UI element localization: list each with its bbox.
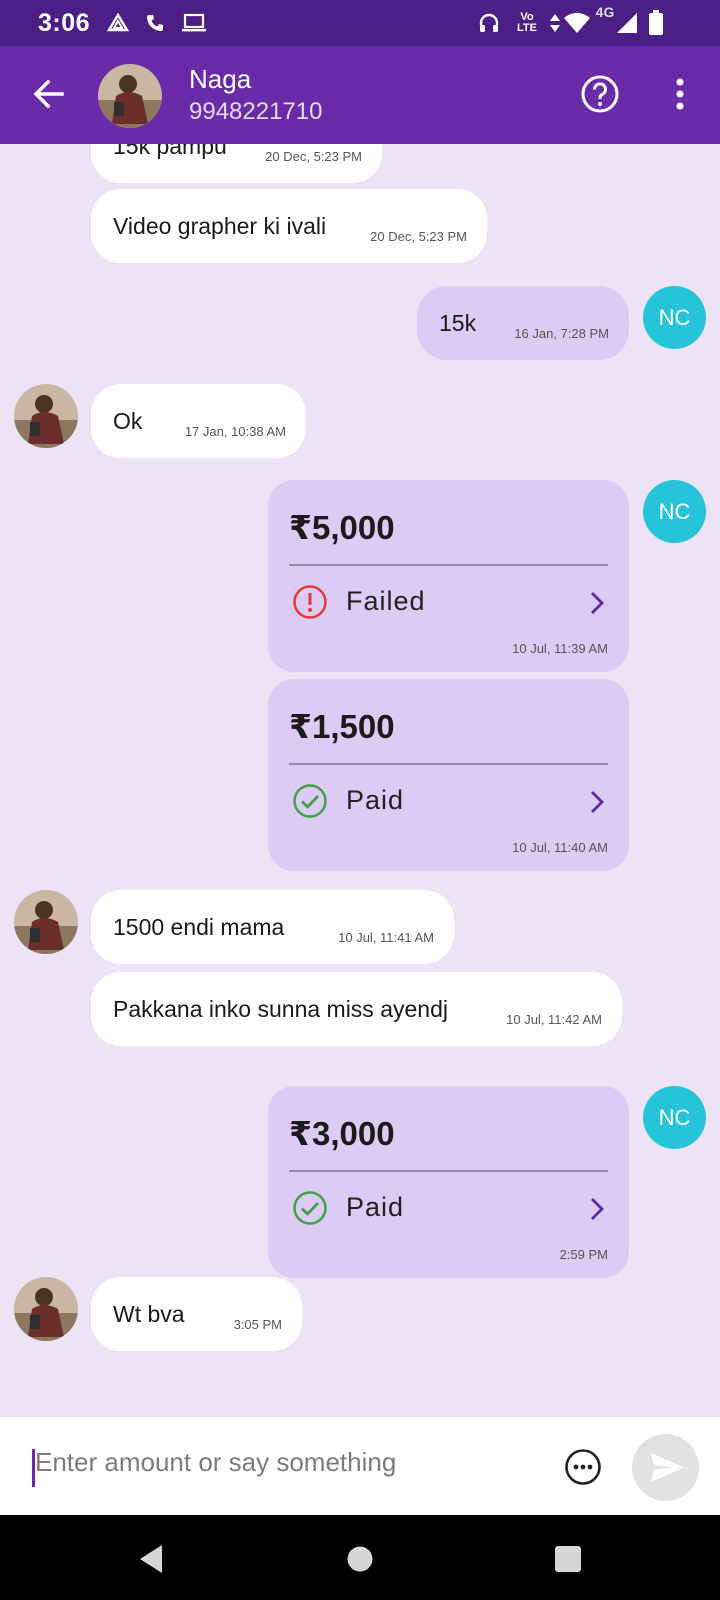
send-icon[interactable] <box>632 1434 699 1501</box>
composer-bar: Enter amount or say something <box>0 1416 720 1515</box>
payment-card[interactable]: ₹5,000 Failed 10 Jul, 11:39 AM <box>268 480 629 672</box>
phone-icon <box>144 8 166 38</box>
payment-status: Paid <box>346 1192 405 1222</box>
drive-icon <box>106 8 130 38</box>
message-time: 20 Dec, 5:23 PM <box>265 149 362 164</box>
chevron-right-icon[interactable] <box>587 789 607 815</box>
status-time: 3:06 <box>38 9 91 37</box>
payment-amount: ₹3,000 <box>289 1115 395 1152</box>
sender-avatar: NC <box>643 286 706 349</box>
payment-amount: ₹1,500 <box>289 708 395 745</box>
back-arrow-icon[interactable] <box>28 72 70 116</box>
contact-name: Naga <box>189 64 252 94</box>
nav-home-icon[interactable] <box>342 1541 378 1577</box>
contact-phone: 9948221710 <box>189 98 323 125</box>
volte-icon: Vo LTE <box>512 8 542 38</box>
message-time: 20 Dec, 5:23 PM <box>370 229 467 244</box>
options-icon[interactable] <box>564 1448 602 1486</box>
laptop-icon <box>180 8 208 38</box>
contact-avatar[interactable] <box>98 64 162 128</box>
failed-icon <box>292 584 328 620</box>
message-bubble-received[interactable]: Video grapher ki ivali 20 Dec, 5:23 PM <box>91 189 487 263</box>
message-bubble-received[interactable]: Ok 17 Jan, 10:38 AM <box>91 384 306 458</box>
payment-card[interactable]: ₹3,000 Paid 2:59 PM <box>268 1086 629 1278</box>
payment-status: Paid <box>346 785 405 815</box>
message-time: 3:05 PM <box>233 1317 282 1332</box>
payment-amount: ₹5,000 <box>289 509 395 546</box>
payment-status: Failed <box>346 586 426 616</box>
message-bubble-received[interactable]: 15k pampu 20 Dec, 5:23 PM <box>91 144 382 183</box>
network-type-label: 4G <box>595 4 615 20</box>
payment-time: 10 Jul, 11:39 AM <box>512 641 608 656</box>
message-text: Pakkana inko sunna miss ayendj <box>113 996 448 1022</box>
app-bar: Naga 9948221710 <box>0 46 720 144</box>
data-arrows-icon <box>548 8 562 38</box>
wifi-icon <box>562 8 592 38</box>
system-nav-bar <box>0 1515 720 1600</box>
status-bar: 3:06 Vo LTE 4G <box>0 0 720 46</box>
message-bubble-received[interactable]: Pakkana inko sunna miss ayendj 10 Jul, 1… <box>91 972 622 1046</box>
contact-avatar-small[interactable] <box>14 1277 78 1341</box>
message-time: 17 Jan, 10:38 AM <box>184 424 286 439</box>
chat-thread[interactable]: 15k pampu 20 Dec, 5:23 PM Video grapher … <box>0 144 720 1416</box>
message-text: 15k pampu <box>113 144 227 159</box>
nav-recents-icon[interactable] <box>550 1541 586 1577</box>
divider <box>289 763 608 765</box>
help-icon[interactable] <box>580 74 620 114</box>
sender-avatar: NC <box>643 480 706 543</box>
headset-icon <box>476 8 502 38</box>
chevron-right-icon[interactable] <box>587 1196 607 1222</box>
contact-avatar-small[interactable] <box>14 890 78 954</box>
message-bubble-sent[interactable]: 15k 16 Jan, 7:28 PM <box>417 286 629 360</box>
message-text: Ok <box>113 408 143 434</box>
message-text: 1500 endi mama <box>113 914 285 940</box>
battery-icon <box>646 8 666 38</box>
message-input[interactable]: Enter amount or say something <box>35 1447 396 1478</box>
volte-label-bottom: LTE <box>517 22 537 34</box>
message-time: 10 Jul, 11:42 AM <box>506 1012 602 1027</box>
message-time: 10 Jul, 11:41 AM <box>338 930 434 945</box>
message-text: Video grapher ki ivali <box>113 213 327 239</box>
chevron-right-icon[interactable] <box>587 590 607 616</box>
signal-icon <box>614 8 640 38</box>
message-time: 16 Jan, 7:28 PM <box>514 326 609 341</box>
divider <box>289 1170 608 1172</box>
paid-check-icon <box>292 783 328 819</box>
message-bubble-received[interactable]: 1500 endi mama 10 Jul, 11:41 AM <box>91 890 454 964</box>
payment-time: 2:59 PM <box>559 1247 608 1262</box>
sender-avatar: NC <box>643 1086 706 1149</box>
message-bubble-received[interactable]: Wt bva 3:05 PM <box>91 1277 302 1351</box>
nav-back-icon[interactable] <box>134 1541 170 1577</box>
message-text: 15k <box>439 310 477 336</box>
payment-card[interactable]: ₹1,500 Paid 10 Jul, 11:40 AM <box>268 679 629 871</box>
more-vert-icon[interactable] <box>668 74 692 114</box>
payment-time: 10 Jul, 11:40 AM <box>512 840 608 855</box>
paid-check-icon <box>292 1190 328 1226</box>
divider <box>289 564 608 566</box>
message-text: Wt bva <box>113 1301 185 1327</box>
contact-avatar-small[interactable] <box>14 384 78 448</box>
